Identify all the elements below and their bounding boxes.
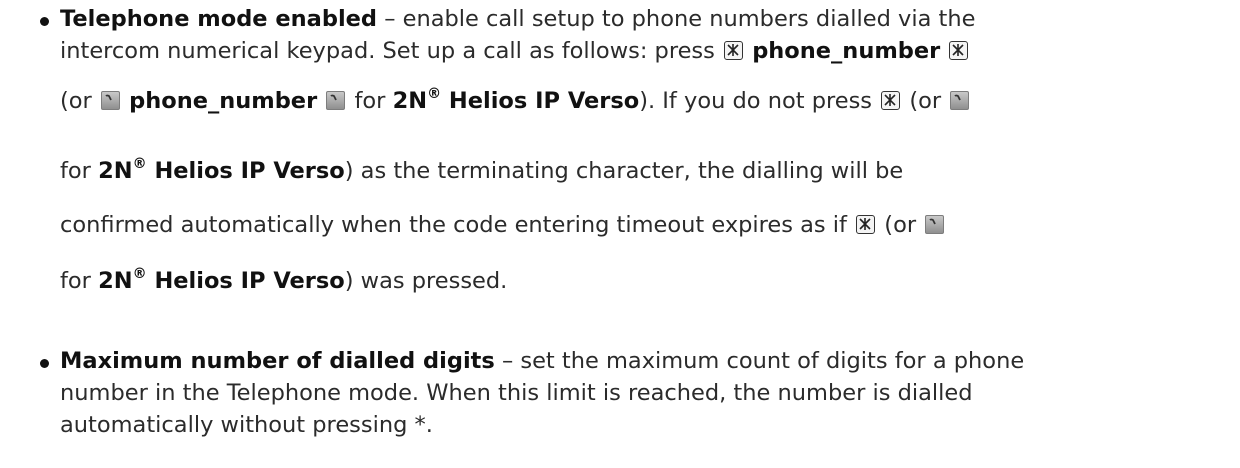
text-line: for 2N® Helios IP Verso) as the terminat… [60,156,904,184]
text-line: Maximum number of dialled digits – set t… [60,348,1025,374]
text-line: confirmed automatically when the code en… [60,212,946,238]
term-telephone-mode: Telephone mode enabled [60,6,378,32]
phone-key-icon [925,215,945,234]
text-line: for 2N® Helios IP Verso) was pressed. [60,266,508,294]
star-key-icon [856,215,876,234]
text-line: number in the Telephone mode. When this … [60,380,973,406]
star-key-icon [881,91,901,110]
text-line: Telephone mode enabled – enable call set… [60,6,976,32]
text-line: automatically without pressing *. [60,412,433,438]
text-line: (or phone_number for 2N® Helios IP Verso… [60,86,971,114]
bullet-dot [40,17,49,26]
star-key-icon [949,41,969,60]
term-max-digits: Maximum number of dialled digits [60,348,495,374]
text-line: intercom numerical keypad. Set up a call… [60,38,970,64]
phone-key-icon [950,91,970,110]
bullet-dot [40,359,49,368]
document-page: Telephone mode enabled – enable call set… [0,0,1240,468]
phone-key-icon [100,91,120,110]
phone-key-icon [326,91,346,110]
star-key-icon [724,41,744,60]
